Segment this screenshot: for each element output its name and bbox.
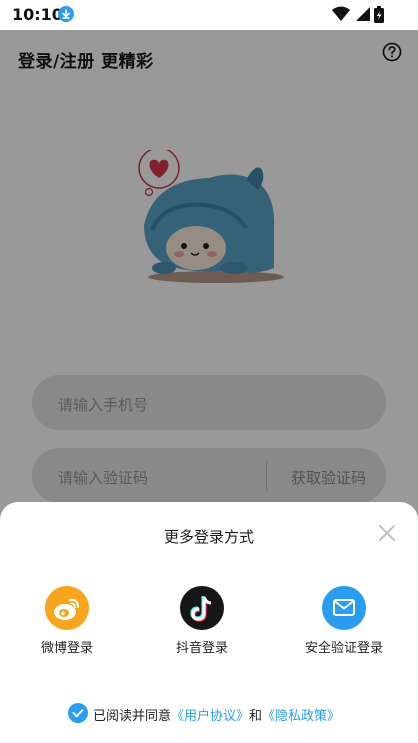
agreement-row: 已阅读并同意《用户协议》和《隐私政策》: [68, 702, 368, 724]
douyin-login-button[interactable]: 抖音登录: [147, 586, 257, 656]
agreement-prefix: 已阅读并同意: [93, 709, 172, 724]
sheet-title: 更多登录方式: [163, 528, 254, 546]
status-icons: [332, 6, 392, 24]
signal-icon: [356, 7, 370, 21]
download-icon: [58, 6, 74, 22]
douyin-icon: [180, 586, 224, 630]
battery-icon: [374, 6, 384, 23]
mail-icon: [322, 586, 366, 630]
wifi-icon: [332, 6, 350, 21]
more-login-sheet: 更多登录方式 微博登录 抖音登录 安全验证登录 已阅读并同意《用户协议》和《隐私…: [0, 502, 418, 743]
weibo-login-label: 微博登录: [40, 641, 93, 656]
weibo-login-button[interactable]: 微博登录: [12, 586, 122, 656]
secure-login-label: 安全验证登录: [304, 641, 383, 656]
douyin-login-label: 抖音登录: [175, 641, 228, 656]
weibo-icon: [45, 586, 89, 630]
secure-login-button[interactable]: 安全验证登录: [289, 586, 399, 656]
agreement-and: 和: [249, 709, 263, 724]
privacy-policy-link[interactable]: 《隐私政策》: [262, 709, 340, 724]
status-time: 10:10: [12, 5, 63, 24]
user-agreement-link[interactable]: 《用户协议》: [171, 709, 249, 724]
close-icon[interactable]: [378, 524, 396, 542]
agree-checkbox[interactable]: [68, 703, 88, 723]
agreement-text: 已阅读并同意《用户协议》和《隐私政策》: [93, 705, 340, 724]
status-bar: 10:10: [0, 0, 418, 30]
